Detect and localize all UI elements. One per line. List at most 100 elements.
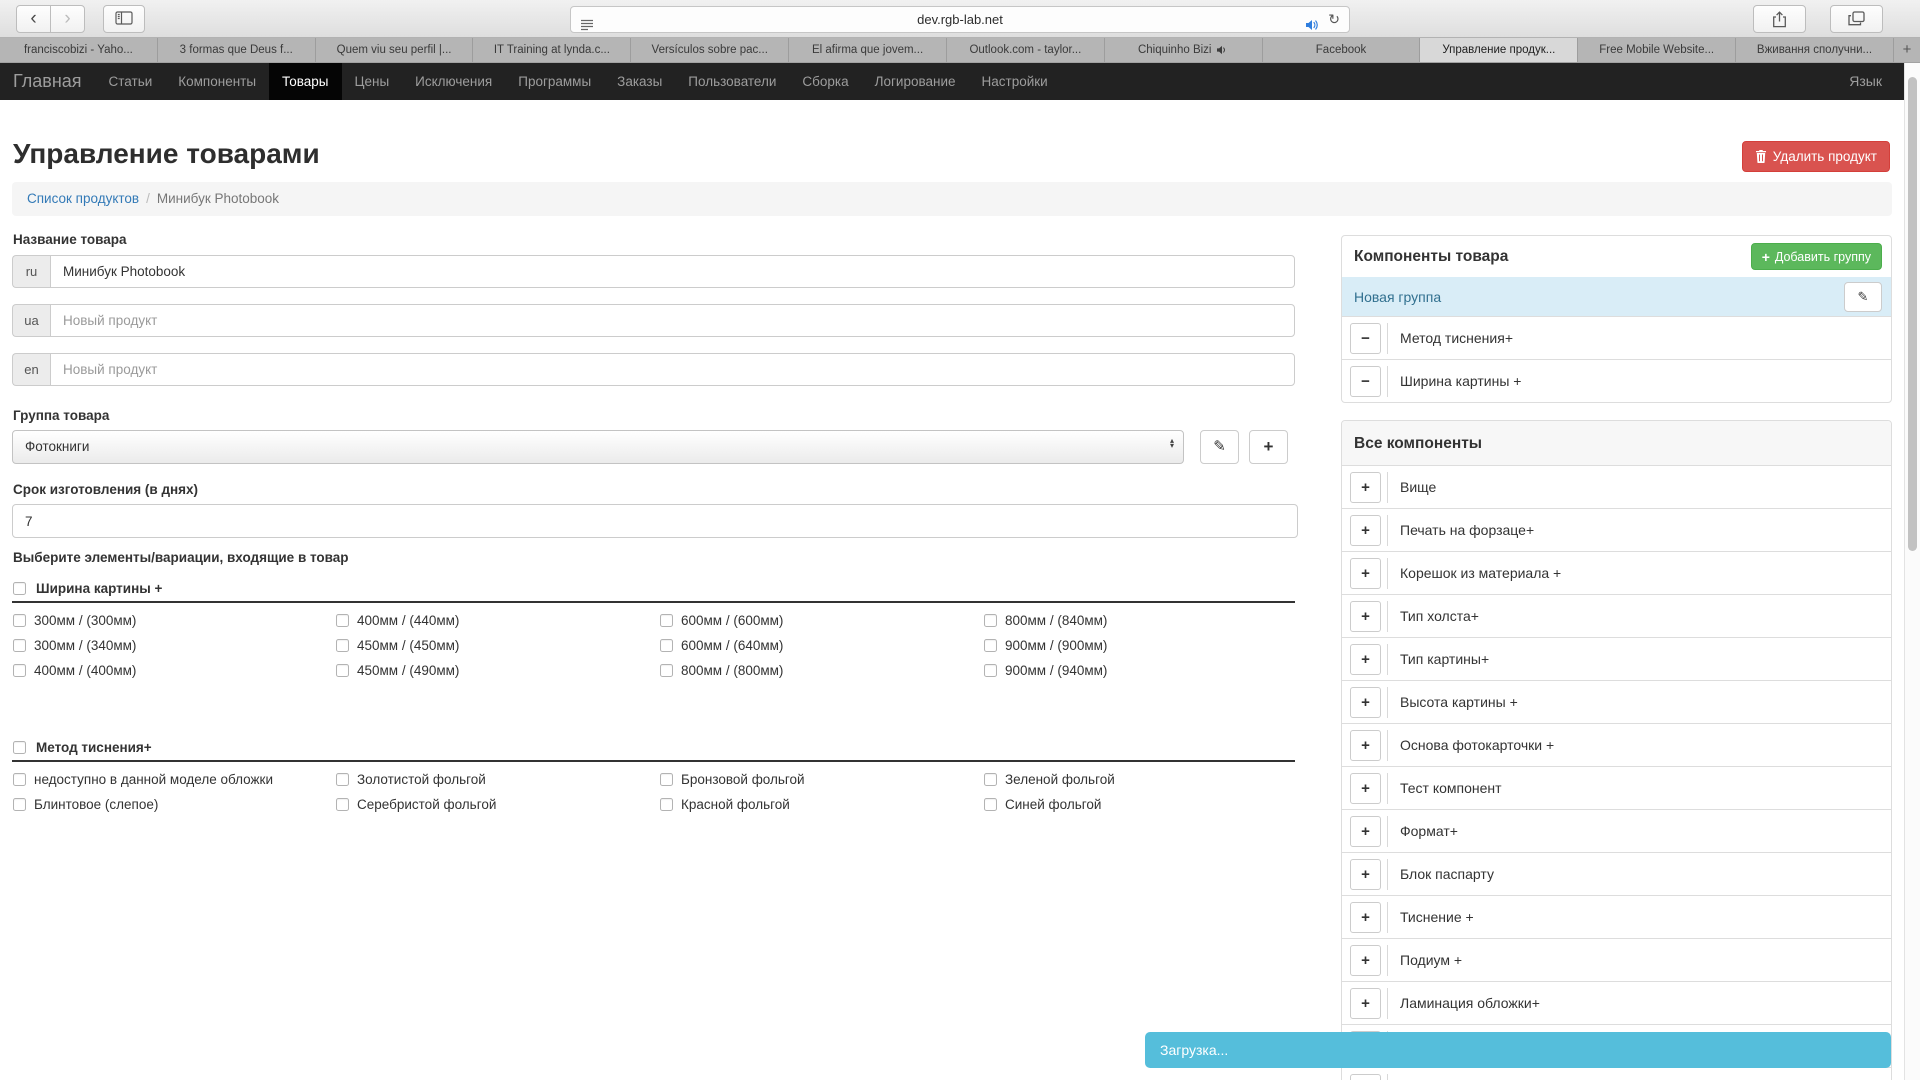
variation-option[interactable]: 300мм / (340мм) [13, 633, 336, 658]
add-component-button[interactable]: + [1350, 773, 1381, 804]
checkbox[interactable] [660, 639, 673, 652]
navbar-item[interactable]: Сборка [789, 63, 861, 100]
variation-option[interactable]: Синей фольгой [984, 792, 1296, 817]
variation-option[interactable]: недоступно в данной моделе обложки [13, 767, 336, 792]
browser-tab[interactable]: Chiquinho Bizi [1105, 38, 1263, 62]
variation-option[interactable]: 800мм / (840мм) [984, 608, 1296, 633]
variation-option[interactable]: 800мм / (800мм) [660, 658, 984, 683]
add-component-button[interactable]: + [1350, 730, 1381, 761]
checkbox[interactable] [13, 639, 26, 652]
production-time-input[interactable] [12, 504, 1298, 538]
tab-overview-button[interactable] [1830, 5, 1883, 33]
group-checkbox[interactable] [13, 582, 26, 595]
variation-option[interactable]: 600мм / (640мм) [660, 633, 984, 658]
variation-option[interactable]: 400мм / (400мм) [13, 658, 336, 683]
navbar-language-menu[interactable]: Язык [1849, 63, 1882, 100]
add-component-button[interactable]: + [1350, 515, 1381, 546]
add-component-button[interactable]: + [1350, 988, 1381, 1019]
add-component-group-button[interactable]: + Добавить группу [1751, 243, 1882, 270]
browser-tab[interactable]: franciscobizi - Yaho... [0, 38, 158, 62]
navbar-item[interactable]: Компоненты [165, 63, 269, 100]
navbar-item[interactable]: Заказы [604, 63, 675, 100]
page-scrollbar[interactable] [1904, 63, 1920, 1080]
checkbox[interactable] [13, 773, 26, 786]
remove-component-button[interactable]: − [1350, 366, 1381, 397]
back-button[interactable]: ‹ [16, 5, 51, 33]
checkbox[interactable] [336, 798, 349, 811]
variation-option[interactable]: 450мм / (450мм) [336, 633, 660, 658]
add-component-button[interactable]: + [1350, 816, 1381, 847]
browser-tab[interactable]: Управление продук... [1420, 38, 1578, 62]
add-group-button[interactable]: + [1249, 430, 1288, 464]
navbar-item[interactable]: Цены [342, 63, 403, 100]
variation-option[interactable]: Бронзовой фольгой [660, 767, 984, 792]
variation-option[interactable]: 900мм / (940мм) [984, 658, 1296, 683]
add-component-button[interactable]: + [1350, 859, 1381, 890]
browser-tab[interactable]: El afirma que jovem... [789, 38, 947, 62]
address-bar[interactable]: dev.rgb-lab.net ↻ [570, 6, 1350, 33]
checkbox[interactable] [984, 664, 997, 677]
navbar-item[interactable]: Настройки [969, 63, 1061, 100]
checkbox[interactable] [13, 664, 26, 677]
variation-option[interactable]: 450мм / (490мм) [336, 658, 660, 683]
navbar-item[interactable]: Пользователи [675, 63, 789, 100]
product-name-input-ua[interactable] [50, 304, 1295, 337]
variation-option[interactable]: Блинтовое (слепое) [13, 792, 336, 817]
group-checkbox[interactable] [13, 741, 26, 754]
share-button[interactable] [1753, 5, 1806, 33]
product-name-input-en[interactable] [50, 353, 1295, 386]
product-group-select[interactable]: Фотокниги ▴▾ [12, 430, 1184, 464]
edit-group-button[interactable]: ✎ [1200, 430, 1239, 464]
add-component-button[interactable]: + [1350, 945, 1381, 976]
browser-tab[interactable]: Versículos sobre pac... [631, 38, 789, 62]
sidebar-toggle-button[interactable] [103, 5, 145, 33]
checkbox[interactable] [984, 614, 997, 627]
forward-button[interactable]: › [50, 5, 85, 33]
reader-icon[interactable] [580, 14, 594, 39]
navbar-item[interactable]: Исключения [402, 63, 505, 100]
variation-option[interactable]: 400мм / (440мм) [336, 608, 660, 633]
navbar-item[interactable]: Программы [505, 63, 604, 100]
variation-option[interactable]: Золотистой фольгой [336, 767, 660, 792]
edit-selected-group-button[interactable]: ✎ [1844, 282, 1882, 312]
browser-tab[interactable]: Free Mobile Website... [1578, 38, 1736, 62]
checkbox[interactable] [660, 664, 673, 677]
add-component-button[interactable]: + [1350, 687, 1381, 718]
variation-option[interactable]: 600мм / (600мм) [660, 608, 984, 633]
checkbox[interactable] [660, 798, 673, 811]
browser-tab[interactable]: Outlook.com - taylor... [947, 38, 1105, 62]
add-component-button[interactable]: + [1350, 644, 1381, 675]
scrollbar-thumb[interactable] [1908, 77, 1917, 551]
checkbox[interactable] [984, 773, 997, 786]
breadcrumb-products-link[interactable]: Список продуктов [27, 191, 139, 206]
add-component-button[interactable]: + [1350, 1074, 1381, 1080]
variation-option[interactable]: 900мм / (900мм) [984, 633, 1296, 658]
checkbox[interactable] [660, 614, 673, 627]
variation-option[interactable]: Красной фольгой [660, 792, 984, 817]
variation-option[interactable]: Серебристой фольгой [336, 792, 660, 817]
checkbox[interactable] [984, 639, 997, 652]
navbar-brand[interactable]: Главная [0, 63, 96, 100]
reload-icon[interactable]: ↻ [1328, 7, 1340, 32]
add-component-button[interactable]: + [1350, 472, 1381, 503]
delete-product-button[interactable]: Удалить продукт [1742, 141, 1890, 172]
checkbox[interactable] [336, 664, 349, 677]
browser-tab[interactable]: 3 formas que Deus f... [158, 38, 316, 62]
browser-tab[interactable]: Facebook [1263, 38, 1421, 62]
browser-tab[interactable]: IT Training at lynda.c... [473, 38, 631, 62]
tab-audio-icon[interactable] [1216, 45, 1228, 55]
add-component-button[interactable]: + [1350, 601, 1381, 632]
checkbox[interactable] [13, 798, 26, 811]
product-name-input-ru[interactable] [50, 255, 1295, 288]
audio-mute-icon[interactable] [1305, 14, 1319, 39]
new-tab-button[interactable]: + [1894, 38, 1920, 62]
navbar-item[interactable]: Логирование [862, 63, 969, 100]
checkbox[interactable] [660, 773, 673, 786]
variation-option[interactable]: 300мм / (300мм) [13, 608, 336, 633]
variation-option[interactable]: Зеленой фольгой [984, 767, 1296, 792]
checkbox[interactable] [984, 798, 997, 811]
navbar-item[interactable]: Статьи [96, 63, 166, 100]
checkbox[interactable] [336, 773, 349, 786]
checkbox[interactable] [336, 614, 349, 627]
add-component-button[interactable]: + [1350, 902, 1381, 933]
